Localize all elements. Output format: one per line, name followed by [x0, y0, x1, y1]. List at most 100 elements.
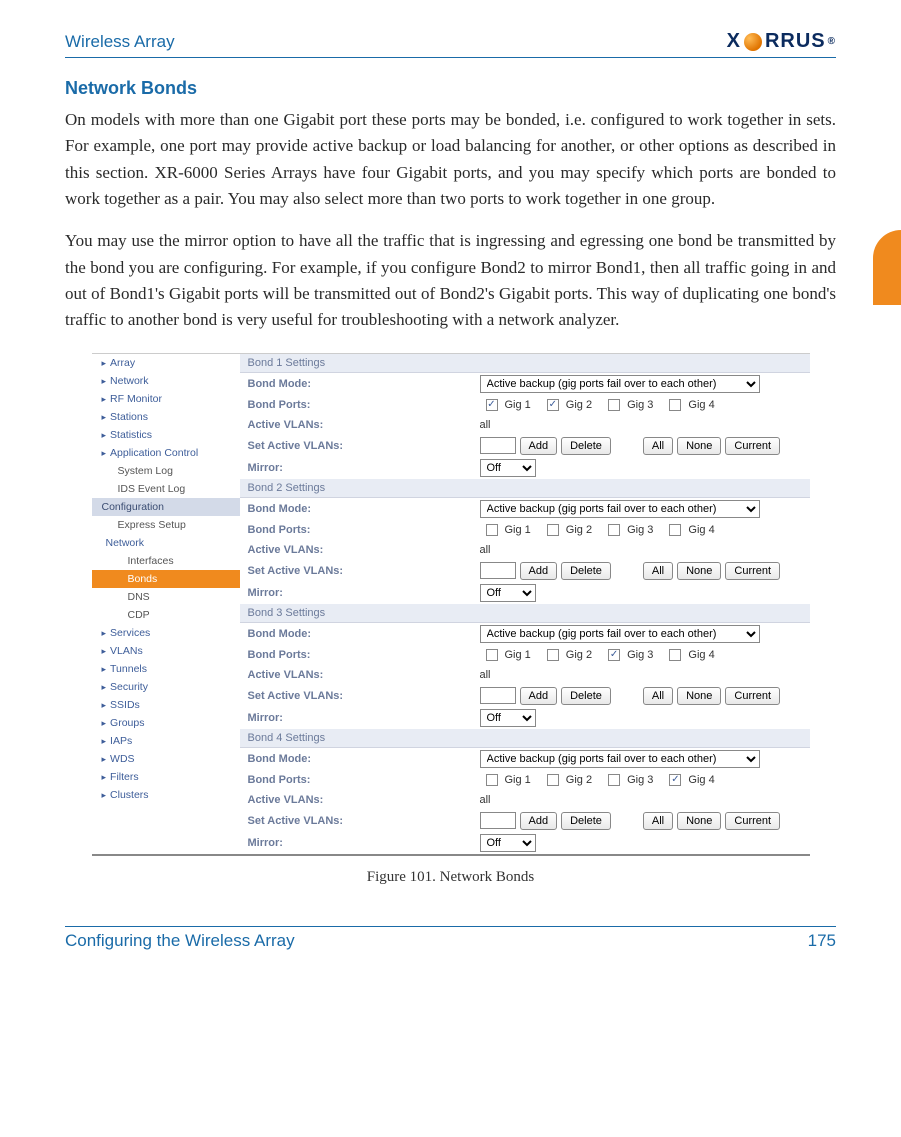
gig-1-checkbox[interactable] [486, 399, 498, 411]
none-button[interactable]: None [677, 812, 721, 830]
gig-3-checkbox[interactable] [608, 774, 620, 786]
active-vlans-label: Active VLANs: [240, 419, 480, 431]
gig-3-checkbox[interactable] [608, 649, 620, 661]
delete-button[interactable]: Delete [561, 812, 611, 830]
gig-1-checkbox[interactable] [486, 524, 498, 536]
gig-3-checkbox[interactable] [608, 399, 620, 411]
mirror-select[interactable]: Off [480, 709, 536, 727]
figure-screenshot: ArrayNetworkRF MonitorStationsStatistics… [91, 352, 811, 857]
gig-4-checkbox[interactable] [669, 524, 681, 536]
gig-2-checkbox[interactable] [547, 649, 559, 661]
all-button[interactable]: All [643, 437, 673, 455]
bond-mode-select[interactable]: Active backup (gig ports fail over to ea… [480, 625, 760, 643]
gig-3-label: Gig 3 [627, 649, 653, 661]
page-footer: Configuring the Wireless Array 175 [65, 927, 836, 951]
sidebar-item-wds[interactable]: WDS [92, 750, 240, 768]
sidebar-item-cdp[interactable]: CDP [92, 606, 240, 624]
sidebar-item-application-control[interactable]: Application Control [92, 444, 240, 462]
current-button[interactable]: Current [725, 687, 780, 705]
gig-4-checkbox[interactable] [669, 774, 681, 786]
add-button[interactable]: Add [520, 687, 558, 705]
sidebar-item-tunnels[interactable]: Tunnels [92, 660, 240, 678]
sidebar-item-iaps[interactable]: IAPs [92, 732, 240, 750]
vlan-input[interactable] [480, 687, 516, 704]
gig-3-label: Gig 3 [627, 774, 653, 786]
vlan-input[interactable] [480, 562, 516, 579]
gig-2-checkbox[interactable] [547, 399, 559, 411]
sidebar-item-ids-event-log[interactable]: IDS Event Log [92, 480, 240, 498]
all-button[interactable]: All [643, 562, 673, 580]
gig-4-checkbox[interactable] [669, 649, 681, 661]
mirror-select[interactable]: Off [480, 459, 536, 477]
bond-mode-select[interactable]: Active backup (gig ports fail over to ea… [480, 500, 760, 518]
gig-2-label: Gig 2 [566, 524, 592, 536]
all-button[interactable]: All [643, 812, 673, 830]
gig-4-label: Gig 4 [688, 524, 714, 536]
bond-mode-select[interactable]: Active backup (gig ports fail over to ea… [480, 750, 760, 768]
delete-button[interactable]: Delete [561, 562, 611, 580]
set-active-vlans-label: Set Active VLANs: [240, 440, 480, 452]
delete-button[interactable]: Delete [561, 687, 611, 705]
vlan-input[interactable] [480, 812, 516, 829]
sidebar-item-dns[interactable]: DNS [92, 588, 240, 606]
none-button[interactable]: None [677, 562, 721, 580]
bond-ports-label: Bond Ports: [240, 399, 480, 411]
vlan-input[interactable] [480, 437, 516, 454]
sidebar-item-clusters[interactable]: Clusters [92, 786, 240, 804]
sidebar-item-statistics[interactable]: Statistics [92, 426, 240, 444]
sidebar-item-services[interactable]: Services [92, 624, 240, 642]
none-button[interactable]: None [677, 687, 721, 705]
sidebar-item-network[interactable]: Network [92, 372, 240, 390]
sidebar-item-stations[interactable]: Stations [92, 408, 240, 426]
sidebar-item-groups[interactable]: Groups [92, 714, 240, 732]
gig-1-checkbox[interactable] [486, 649, 498, 661]
gig-3-checkbox[interactable] [608, 524, 620, 536]
gig-1-label: Gig 1 [505, 649, 531, 661]
add-button[interactable]: Add [520, 812, 558, 830]
sidebar-item-network[interactable]: Network [92, 534, 240, 552]
thumb-index-tab [873, 230, 901, 305]
sidebar-item-security[interactable]: Security [92, 678, 240, 696]
mirror-select[interactable]: Off [480, 834, 536, 852]
active-vlans-label: Active VLANs: [240, 794, 480, 806]
bond-mode-label: Bond Mode: [240, 503, 480, 515]
add-button[interactable]: Add [520, 562, 558, 580]
bond-ports-label: Bond Ports: [240, 524, 480, 536]
sidebar-item-filters[interactable]: Filters [92, 768, 240, 786]
sidebar-item-ssids[interactable]: SSIDs [92, 696, 240, 714]
sidebar-item-array[interactable]: Array [92, 354, 240, 372]
current-button[interactable]: Current [725, 562, 780, 580]
add-button[interactable]: Add [520, 437, 558, 455]
active-vlans-label: Active VLANs: [240, 669, 480, 681]
current-button[interactable]: Current [725, 812, 780, 830]
bond-1-header: Bond 1 Settings [240, 354, 810, 373]
sidebar-item-interfaces[interactable]: Interfaces [92, 552, 240, 570]
sidebar-item-bonds[interactable]: Bonds [92, 570, 240, 588]
mirror-label: Mirror: [240, 712, 480, 724]
gig-3-label: Gig 3 [627, 399, 653, 411]
all-button[interactable]: All [643, 687, 673, 705]
bond-settings-panel: Bond 1 SettingsBond Mode:Active backup (… [240, 353, 810, 854]
body-paragraph-2: You may use the mirror option to have al… [65, 228, 836, 333]
none-button[interactable]: None [677, 437, 721, 455]
sidebar-item-configuration[interactable]: Configuration [92, 498, 240, 516]
mirror-label: Mirror: [240, 837, 480, 849]
sidebar-item-system-log[interactable]: System Log [92, 462, 240, 480]
xirrus-logo: XRRUS® [727, 30, 836, 53]
gig-2-checkbox[interactable] [547, 524, 559, 536]
sidebar-item-rf-monitor[interactable]: RF Monitor [92, 390, 240, 408]
gig-2-checkbox[interactable] [547, 774, 559, 786]
active-vlans-value: all [480, 419, 491, 431]
bond-4-header: Bond 4 Settings [240, 729, 810, 748]
gig-1-checkbox[interactable] [486, 774, 498, 786]
bond-mode-select[interactable]: Active backup (gig ports fail over to ea… [480, 375, 760, 393]
gig-4-checkbox[interactable] [669, 399, 681, 411]
figure-caption: Figure 101. Network Bonds [65, 869, 836, 886]
delete-button[interactable]: Delete [561, 437, 611, 455]
current-button[interactable]: Current [725, 437, 780, 455]
page-number: 175 [808, 931, 836, 951]
gig-4-label: Gig 4 [688, 774, 714, 786]
mirror-select[interactable]: Off [480, 584, 536, 602]
sidebar-item-express-setup[interactable]: Express Setup [92, 516, 240, 534]
sidebar-item-vlans[interactable]: VLANs [92, 642, 240, 660]
